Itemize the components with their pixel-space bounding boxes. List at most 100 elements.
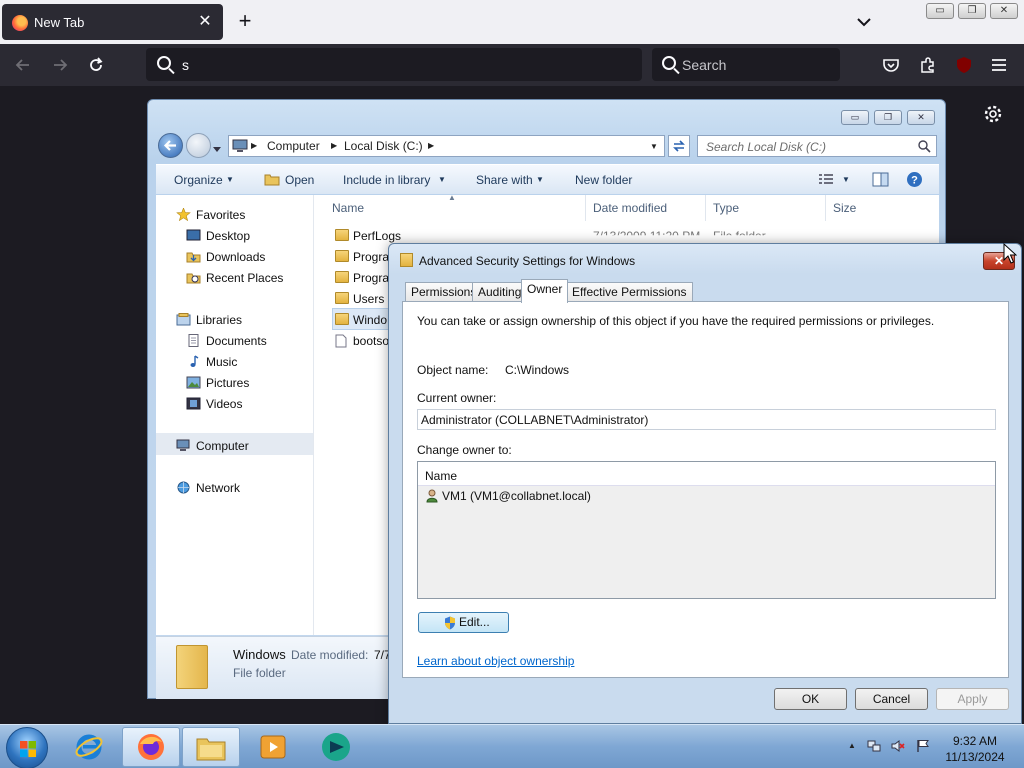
current-owner-field[interactable]: Administrator (COLLABNET\Administrator) bbox=[417, 409, 996, 430]
breadcrumb-local-disk[interactable]: Local Disk (C:) bbox=[344, 139, 423, 153]
column-header-name[interactable]: Name bbox=[332, 201, 364, 215]
list-item[interactable]: Progra bbox=[335, 271, 389, 285]
column-separator bbox=[825, 195, 826, 221]
back-button[interactable] bbox=[10, 52, 36, 78]
ok-button[interactable]: OK bbox=[774, 688, 847, 710]
volume-muted-icon[interactable] bbox=[891, 739, 905, 753]
desktop-icon bbox=[186, 229, 201, 241]
arrow-right-icon bbox=[54, 59, 68, 71]
nav-pictures[interactable]: Pictures bbox=[186, 376, 250, 390]
change-owner-list[interactable]: Name VM1 (VM1@collabnet.local) bbox=[417, 461, 996, 599]
learn-ownership-link[interactable]: Learn about object ownership bbox=[417, 654, 574, 668]
explorer-forward-button[interactable] bbox=[186, 133, 211, 158]
list-header-name[interactable]: Name bbox=[418, 462, 995, 486]
open-folder-icon bbox=[264, 174, 280, 186]
forward-button[interactable] bbox=[47, 52, 73, 78]
nav-favorites[interactable]: Favorites bbox=[176, 208, 246, 222]
nav-downloads[interactable]: Downloads bbox=[186, 250, 265, 264]
tab-permissions[interactable]: Permissions bbox=[405, 282, 483, 302]
list-item[interactable]: VM1 (VM1@collabnet.local) bbox=[426, 489, 591, 503]
taskbar-internet-explorer[interactable] bbox=[60, 727, 118, 767]
clock[interactable]: 9:32 AM 11/13/2024 bbox=[940, 733, 1010, 765]
extensions-button[interactable] bbox=[915, 52, 941, 78]
nav-computer[interactable]: Computer bbox=[176, 439, 249, 453]
tab-owner[interactable]: Owner bbox=[521, 279, 569, 303]
explorer-back-button[interactable] bbox=[158, 133, 183, 158]
view-dropdown-button[interactable]: ▼ bbox=[842, 175, 850, 184]
taskbar: ▲ 9:32 AM 11/13/2024 bbox=[0, 724, 1024, 768]
recent-pages-dropdown[interactable] bbox=[213, 142, 221, 152]
ublock-button[interactable] bbox=[951, 52, 977, 78]
taskbar-firefox[interactable] bbox=[122, 727, 180, 767]
close-window-button[interactable]: ✕ bbox=[990, 3, 1018, 19]
app-menu-button[interactable] bbox=[986, 52, 1012, 78]
tab-new-tab[interactable]: New Tab ✕ bbox=[2, 4, 223, 40]
include-in-library-button[interactable]: Include in library bbox=[343, 173, 430, 187]
list-item[interactable]: Users bbox=[335, 292, 384, 306]
newtab-settings-button[interactable] bbox=[982, 104, 1004, 126]
list-all-tabs-button[interactable] bbox=[854, 12, 874, 32]
list-item[interactable]: Windo bbox=[335, 313, 387, 327]
organize-button[interactable]: Organize bbox=[174, 173, 223, 187]
apply-button[interactable]: Apply bbox=[936, 688, 1009, 710]
address-dropdown-icon[interactable]: ▼ bbox=[650, 142, 658, 151]
show-hidden-icons-button[interactable]: ▲ bbox=[845, 739, 859, 753]
url-bar[interactable]: s bbox=[146, 48, 642, 81]
explorer-minimize-button[interactable]: ▭ bbox=[841, 110, 869, 125]
taskbar-windows-explorer[interactable] bbox=[182, 727, 240, 767]
tab-effective-permissions[interactable]: Effective Permissions bbox=[566, 282, 693, 302]
chevron-down-icon bbox=[857, 18, 871, 27]
nav-desktop[interactable]: Desktop bbox=[186, 229, 251, 243]
view-options-icon bbox=[819, 174, 833, 184]
cancel-button[interactable]: Cancel bbox=[855, 688, 928, 710]
list-item[interactable]: bootso bbox=[335, 334, 389, 348]
edit-button[interactable]: Edit... bbox=[418, 612, 509, 633]
tab-close-button[interactable]: ✕ bbox=[195, 12, 215, 32]
nav-favorites-label: Favorites bbox=[196, 208, 246, 222]
start-button[interactable] bbox=[6, 727, 48, 768]
folder-icon bbox=[335, 250, 349, 262]
nav-desktop-label: Desktop bbox=[206, 229, 251, 243]
pocket-button[interactable] bbox=[878, 52, 904, 78]
network-icon bbox=[177, 481, 190, 494]
explorer-search-field[interactable]: Search Local Disk (C:) bbox=[697, 135, 937, 157]
file-name: PerfLogs bbox=[353, 229, 402, 243]
taskbar-app[interactable] bbox=[306, 727, 364, 767]
minimize-button[interactable]: ▭ bbox=[926, 3, 954, 19]
list-item[interactable]: PerfLogs bbox=[335, 229, 402, 243]
nav-music[interactable]: Music bbox=[190, 355, 237, 369]
details-date-label: Date modified: bbox=[291, 648, 369, 662]
share-with-button[interactable]: Share with bbox=[476, 173, 533, 187]
action-center-flag-icon[interactable] bbox=[916, 739, 930, 753]
search-bar[interactable]: Search bbox=[652, 48, 840, 81]
list-item[interactable]: Progra bbox=[335, 250, 389, 264]
address-bar[interactable]: ▶ Computer ▶ Local Disk (C:) ▶ ▼ bbox=[228, 135, 665, 157]
explorer-close-button[interactable]: ✕ bbox=[907, 110, 935, 125]
column-header-date-modified[interactable]: Date modified bbox=[593, 201, 667, 215]
column-header-size[interactable]: Size bbox=[833, 201, 856, 215]
nav-libraries[interactable]: Libraries bbox=[176, 313, 242, 327]
details-name: Windows bbox=[233, 647, 286, 662]
network-tray-icon[interactable] bbox=[867, 739, 881, 753]
refresh-button[interactable] bbox=[668, 135, 690, 157]
pocket-icon bbox=[883, 59, 899, 72]
nav-pictures-label: Pictures bbox=[206, 376, 250, 390]
tab-auditing[interactable]: Auditing bbox=[472, 282, 528, 302]
explorer-maximize-button[interactable]: ❐ bbox=[874, 110, 902, 125]
nav-documents[interactable]: Documents bbox=[188, 334, 267, 348]
search-input[interactable]: Search bbox=[682, 57, 726, 73]
nav-videos[interactable]: Videos bbox=[186, 397, 242, 411]
breadcrumb-computer[interactable]: Computer bbox=[267, 139, 320, 153]
reload-button[interactable] bbox=[83, 52, 109, 78]
explorer-search-input[interactable]: Search Local Disk (C:) bbox=[706, 140, 826, 154]
column-header-type[interactable]: Type bbox=[713, 201, 739, 215]
file-date: 7/13/2009 11:20 PM bbox=[593, 229, 701, 243]
new-folder-button[interactable]: New folder bbox=[575, 173, 632, 187]
new-tab-button[interactable]: + bbox=[234, 10, 256, 32]
nav-network[interactable]: Network bbox=[177, 481, 240, 495]
open-button[interactable]: Open bbox=[285, 173, 314, 187]
taskbar-media-player[interactable] bbox=[244, 727, 302, 767]
nav-recent-places[interactable]: Recent Places bbox=[186, 271, 283, 285]
url-input[interactable]: s bbox=[182, 57, 189, 73]
restore-button[interactable]: ❐ bbox=[958, 3, 986, 19]
